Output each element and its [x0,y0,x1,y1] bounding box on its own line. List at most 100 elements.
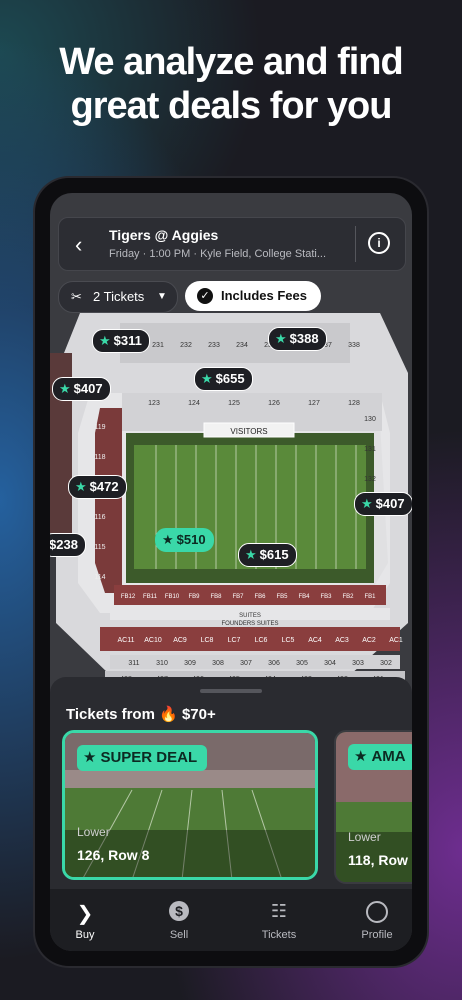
section-label: AC11 [118,637,135,644]
price-pin-label: $388 [289,331,319,346]
back-chevron-icon[interactable]: ‹ [75,232,82,258]
price-pin-label: $655 [215,371,245,386]
nav-profile-label: Profile [361,929,393,941]
star-icon: ★ [83,749,97,766]
section-label: 114 [94,574,105,581]
star-icon: ★ [361,496,373,511]
deals-sheet: Tickets from 🔥 $70+ ★ SUPER DEAL Lower 12… [50,677,412,889]
event-subtitle: Friday · 1:00 PM · Kyle Field, College S… [109,248,327,260]
ticket-quantity-dropdown[interactable]: ✂ 2 Tickets ▼ [58,281,178,313]
price-pin[interactable]: ★ $407 [354,492,412,516]
flame-icon: 🔥 [159,706,178,723]
star-icon: ★ [59,381,71,396]
section-label: FB4 [298,594,310,600]
card-seat: 118, Row [348,852,408,868]
section-label: 115 [94,544,105,551]
section-label: FB9 [188,594,200,600]
section-label: 304 [324,660,336,667]
price-pin[interactable]: ★ $407 [52,377,111,401]
section-label: 123 [148,400,160,407]
section-label: AC10 [144,637,162,644]
chevron-down-icon: ▼ [157,291,167,302]
section-label: 231 [152,342,164,349]
price-pin-label: $238 [50,537,78,552]
section-label: 309 [184,660,196,667]
headline-line-2: great deals for you [70,85,393,127]
price-pin[interactable]: ★ $472 [68,475,127,499]
price-pin[interactable]: ★ $655 [194,367,253,391]
section-label: 127 [308,400,320,407]
section-label: AC2 [362,637,376,644]
suites-label: SUITES [239,613,261,619]
price-pin[interactable]: $238 [50,533,86,557]
section-label: 303 [352,660,364,667]
price-pin-selected[interactable]: ★ $510 [155,528,214,552]
ticket-quantity-label: 2 Tickets [93,289,145,304]
section-label: LC7 [228,637,241,644]
section-label: AC9 [173,637,187,644]
app-screen: VISITORS FB12 FB11 FB10 FB9 FB8 FB7 FB6 FB5 FB4 F… [50,193,412,951]
section-label: LC5 [282,637,295,644]
nav-tickets-label: Tickets [261,929,297,941]
nav-tickets[interactable]: ☷ Tickets [244,901,314,941]
section-label: 305 [296,660,308,667]
star-icon: ★ [99,333,111,348]
nav-buy[interactable]: ❯ Buy [50,901,120,941]
section-label: 233 [208,342,220,349]
price-pin[interactable]: ★ $311 [92,329,150,353]
stadium-map[interactable]: VISITORS FB12 FB11 FB10 FB9 FB8 FB7 FB6 FB5 FB4 F… [50,263,412,683]
section-label: 130 [364,416,376,423]
nav-buy-label: Buy [75,929,95,941]
event-title: Tigers @ Aggies [109,227,219,243]
headline: We analyze and find great deals for you [0,40,462,128]
section-label: 132 [364,476,376,483]
card-level: Lower [348,830,381,844]
section-label: FB7 [232,594,244,600]
section-label: AC3 [335,637,349,644]
ticket-icon: ☷ [270,901,288,921]
section-label: 310 [156,660,168,667]
price-pin[interactable]: ★ $388 [268,327,327,351]
card-seat: 126, Row 8 [77,847,150,863]
nav-sell[interactable]: $ Sell [144,901,214,941]
section-label: LC6 [255,637,268,644]
sheet-grabber[interactable] [200,689,262,693]
section-label: 119 [94,424,105,431]
left-lower-bowl [95,408,122,593]
price-pin[interactable]: ★ $615 [238,543,297,567]
deal-card[interactable]: ★ AMA Lower 118, Row [334,730,412,884]
section-label: FB5 [276,594,288,600]
deal-card[interactable]: ★ SUPER DEAL Lower 126, Row 8 [62,730,318,880]
amazing-deal-badge: ★ AMA [348,744,412,770]
star-icon: ★ [275,331,287,346]
section-label: FB10 [165,594,180,600]
section-label: AC4 [308,637,322,644]
section-label: 338 [348,342,360,349]
badge-label: AMA [371,748,406,765]
profile-icon [342,901,412,925]
star-icon: ★ [201,371,213,386]
star-icon: ★ [245,547,257,562]
event-header: ‹ Tigers @ Aggies Friday · 1:00 PM · Kyl… [58,217,406,271]
includes-fees-toggle[interactable]: ✓ Includes Fees [185,281,321,311]
section-label: 311 [128,660,139,667]
nav-sell-label: Sell [169,929,189,941]
section-label: 131 [364,446,376,453]
nav-profile[interactable]: Profile [342,901,412,941]
super-deal-badge: ★ SUPER DEAL [77,745,208,771]
check-circle-icon: ✓ [197,288,213,304]
section-label: 302 [380,660,392,667]
section-label: FB2 [342,594,354,600]
star-icon: ★ [75,479,87,494]
section-label: FB11 [143,594,158,600]
badge-label: SUPER DEAL [100,749,198,766]
section-label: 234 [236,342,248,349]
buy-icon: ❯ [76,903,94,925]
info-icon[interactable]: i [368,232,390,254]
visitors-label: VISITORS [230,427,267,436]
headline-line-1: We analyze and find [59,41,403,83]
price-pin-label: $615 [259,547,289,562]
section-label: FB12 [121,594,136,600]
price-pin-label: $407 [73,381,103,396]
section-label: 232 [180,342,192,349]
